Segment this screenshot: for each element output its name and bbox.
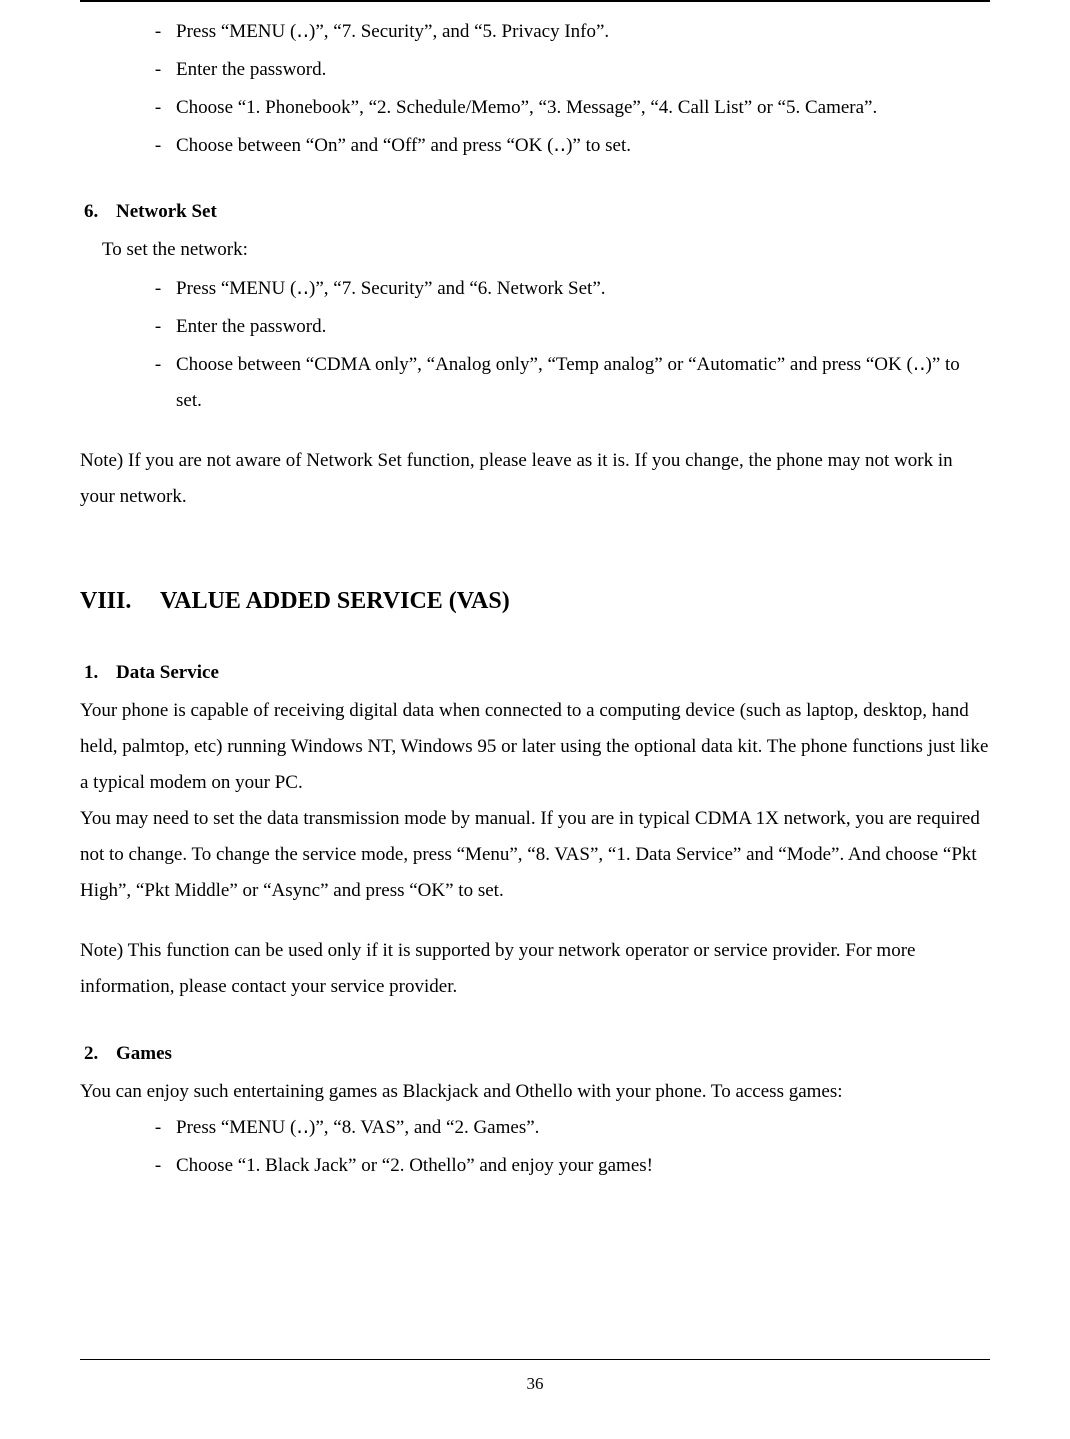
page-content: - Press “MENU (‥)”, “7. Security”, and “… (80, 0, 990, 1360)
bullet-dash: - (140, 14, 176, 50)
subsection-num: 1. (84, 655, 116, 691)
bullet-text: Enter the password. (176, 52, 990, 88)
list-item: - Choose between “On” and “Off” and pres… (140, 128, 990, 164)
section2-intro: You can enjoy such entertaining games as… (80, 1074, 990, 1110)
list-item: - Choose between “CDMA only”, “Analog on… (140, 347, 990, 419)
subsection-num: 2. (84, 1036, 116, 1072)
bullet-text: Choose “1. Black Jack” or “2. Othello” a… (176, 1148, 990, 1184)
bullet-text: Press “MENU (‥)”, “7. Security”, and “5.… (176, 14, 990, 50)
section6-bullet-list: - Press “MENU (‥)”, “7. Security” and “6… (140, 271, 990, 419)
subsection-2-heading: 2. Games (80, 1036, 990, 1072)
section1-para2: You may need to set the data transmissio… (80, 801, 990, 909)
list-item: - Choose “1. Phonebook”, “2. Schedule/Me… (140, 90, 990, 126)
bullet-dash: - (140, 1110, 176, 1146)
list-item: - Press “MENU (‥)”, “7. Security” and “6… (140, 271, 990, 307)
subsection-1-heading: 1. Data Service (80, 655, 990, 691)
list-item: - Choose “1. Black Jack” or “2. Othello”… (140, 1148, 990, 1184)
subsection-title: Data Service (116, 655, 219, 691)
bullet-text: Enter the password. (176, 309, 990, 345)
section-title: VALUE ADDED SERVICE (VAS) (160, 579, 510, 625)
section-viii-heading: VIII. VALUE ADDED SERVICE (VAS) (80, 579, 990, 625)
bullet-text: Press “MENU (‥)”, “8. VAS”, and “2. Game… (176, 1110, 990, 1146)
list-item: - Enter the password. (140, 52, 990, 88)
section1-para1: Your phone is capable of receiving digit… (80, 693, 990, 801)
bullet-text: Choose between “CDMA only”, “Analog only… (176, 347, 990, 419)
bullet-text: Choose “1. Phonebook”, “2. Schedule/Memo… (176, 90, 990, 126)
bullet-text: Choose between “On” and “Off” and press … (176, 128, 990, 164)
bullet-dash: - (140, 128, 176, 164)
list-item: - Enter the password. (140, 309, 990, 345)
page-number: 36 (80, 1360, 990, 1400)
bullet-dash: - (140, 52, 176, 88)
bullet-dash: - (140, 1148, 176, 1184)
section6-note: Note) If you are not aware of Network Se… (80, 443, 990, 515)
bullet-dash: - (140, 309, 176, 345)
bullet-dash: - (140, 347, 176, 419)
bullet-text: Press “MENU (‥)”, “7. Security” and “6. … (176, 271, 990, 307)
bullet-dash: - (140, 271, 176, 307)
bullet-dash: - (140, 90, 176, 126)
subsection-title: Games (116, 1036, 172, 1072)
list-item: - Press “MENU (‥)”, “7. Security”, and “… (140, 14, 990, 50)
subsection-6-intro: To set the network: (102, 232, 990, 268)
subsection-title: Network Set (116, 194, 217, 230)
top-bullet-list: - Press “MENU (‥)”, “7. Security”, and “… (140, 14, 990, 164)
subsection-num: 6. (84, 194, 116, 230)
list-item: - Press “MENU (‥)”, “8. VAS”, and “2. Ga… (140, 1110, 990, 1146)
section-roman: VIII. (80, 579, 160, 625)
section1-note: Note) This function can be used only if … (80, 933, 990, 1005)
section2-bullet-list: - Press “MENU (‥)”, “8. VAS”, and “2. Ga… (140, 1110, 990, 1184)
subsection-6-heading: 6. Network Set (80, 194, 990, 230)
